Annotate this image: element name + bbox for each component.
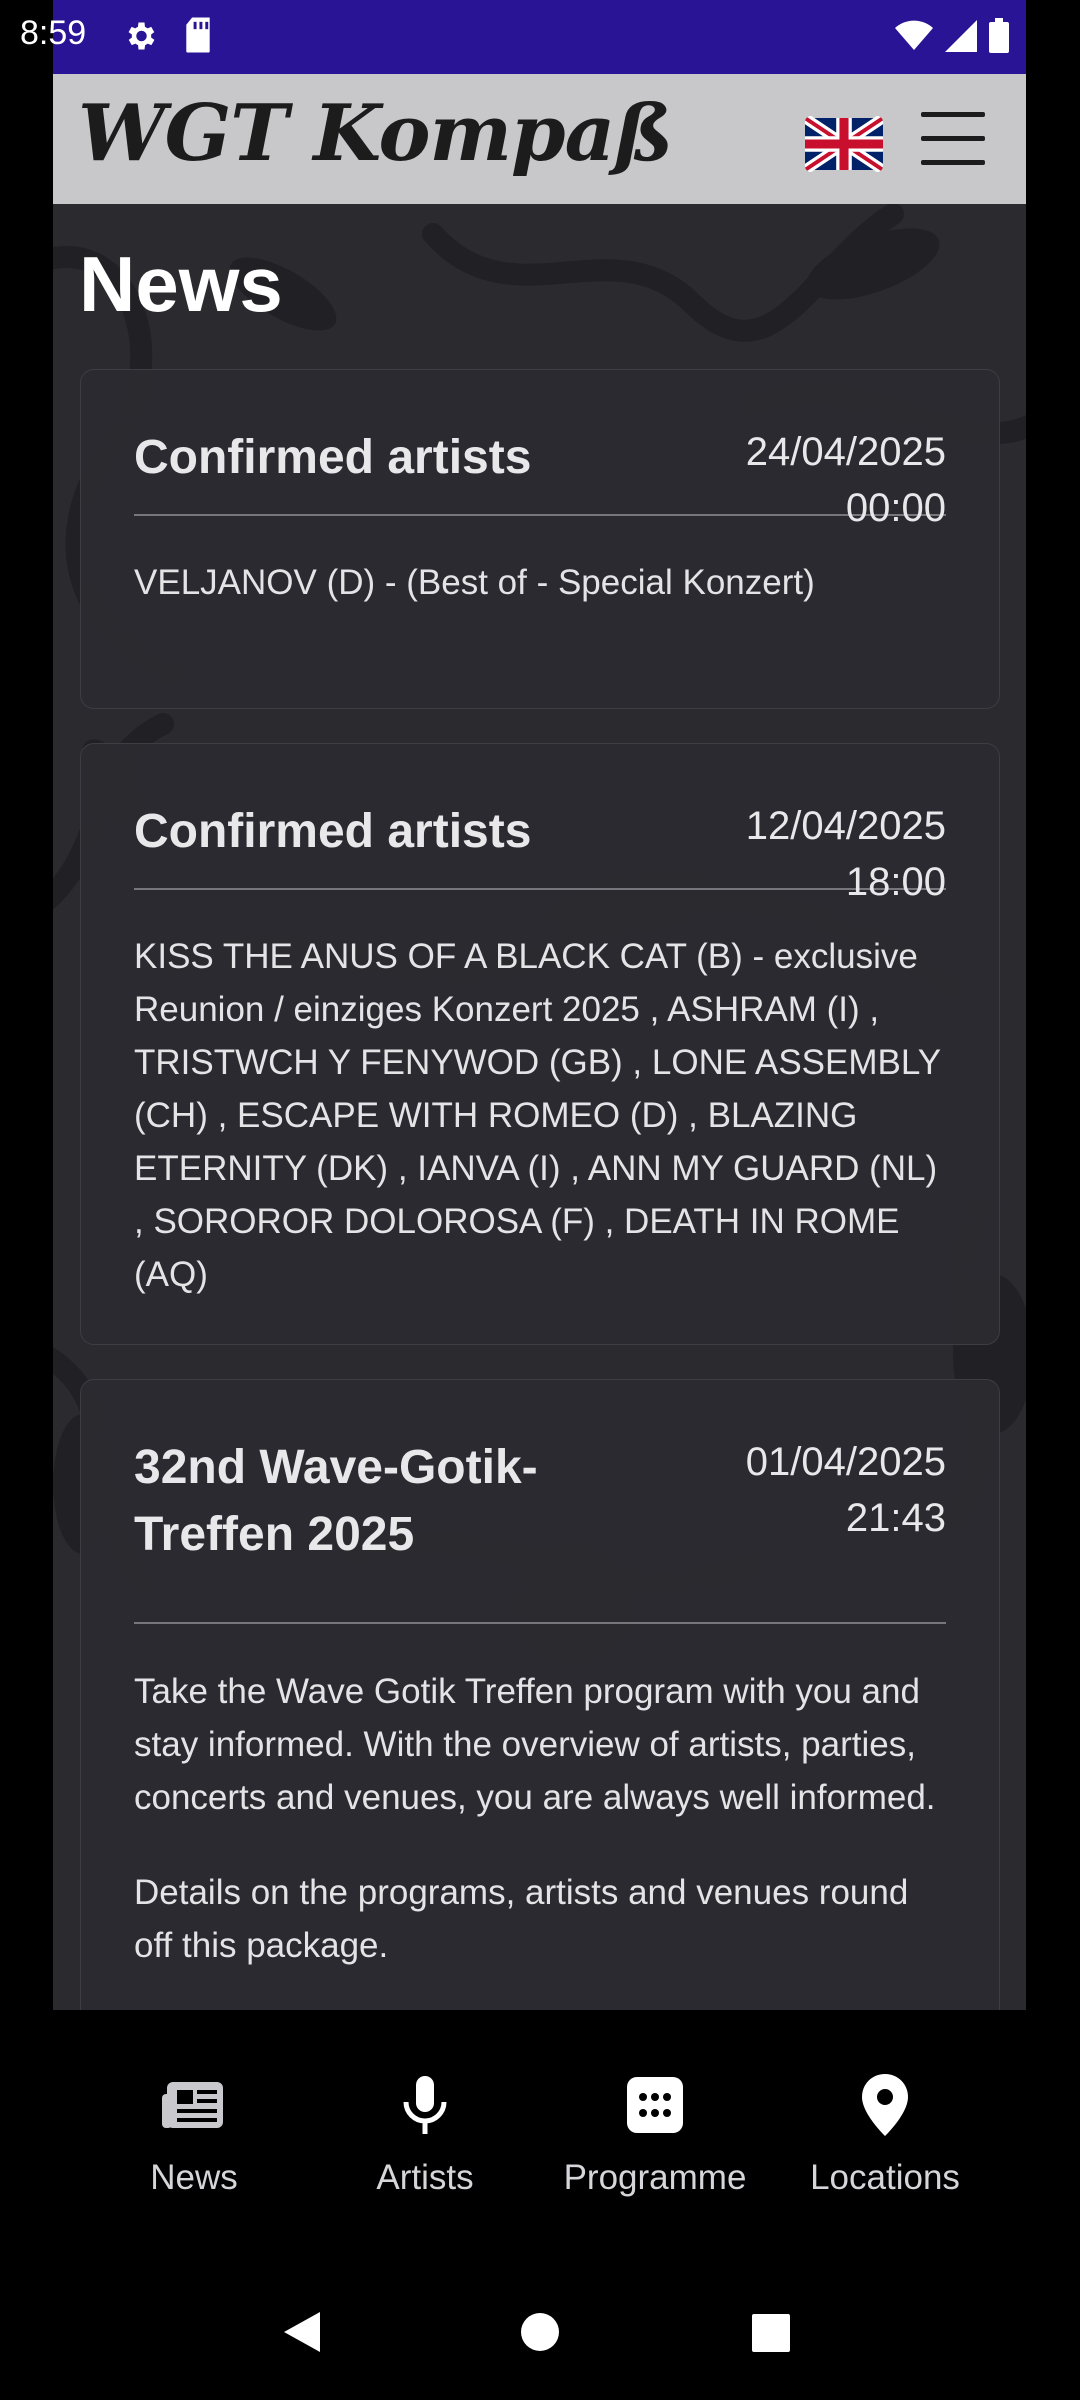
news-date: 01/04/2025 — [745, 1440, 946, 1484]
back-icon[interactable] — [280, 2310, 324, 2354]
news-datetime: 01/04/2025 21:43 — [746, 1434, 946, 1546]
news-title: Confirmed artists — [134, 431, 532, 484]
news-card-header: Confirmed artists 24/04/2025 00:00 — [134, 424, 946, 530]
nav-programme[interactable]: Programme — [540, 2070, 770, 2198]
news-datetime: 24/04/2025 00:00 — [746, 424, 946, 536]
news-title: Confirmed artists — [134, 805, 532, 858]
map-pin-icon — [862, 2074, 908, 2136]
nav-locations[interactable]: Locations — [770, 2070, 1000, 2198]
news-body: KISS THE ANUS OF A BLACK CAT (B) - exclu… — [134, 930, 949, 1301]
news-paragraph: Take the Wave Gotik Treffen program with… — [134, 1672, 936, 1817]
recents-icon[interactable] — [752, 2314, 790, 2352]
wifi-icon — [895, 20, 933, 50]
calendar-grid-icon — [627, 2077, 683, 2133]
newspaper-icon — [162, 2082, 223, 2128]
news-card[interactable]: 32nd Wave-Gotik-Treffen 2025 01/04/2025 … — [80, 1379, 1000, 2010]
news-card[interactable]: Confirmed artists 24/04/2025 00:00 VELJA… — [80, 369, 1000, 709]
status-icons — [894, 18, 1010, 54]
settings-gear-icon — [128, 22, 155, 50]
nav-label: Locations — [810, 2158, 960, 2197]
system-navigation-bar — [0, 2230, 1080, 2400]
news-card-header: Confirmed artists 12/04/2025 18:00 — [134, 798, 946, 904]
app-header: WGT Kompaß — [53, 74, 1026, 204]
nav-news[interactable]: News — [79, 2070, 309, 2198]
nav-label: Programme — [563, 2158, 747, 2197]
nav-artists[interactable]: Artists — [310, 2070, 540, 2198]
app-content: WGT Kompaß News Confirmed artists 24/04/… — [53, 74, 1026, 2010]
news-date: 24/04/2025 — [745, 430, 946, 474]
news-paragraph: VELJANOV (D) - (Best of - Special Konzer… — [134, 563, 815, 602]
news-card-header: 32nd Wave-Gotik-Treffen 2025 01/04/2025 … — [134, 1434, 946, 1624]
news-card[interactable]: Confirmed artists 12/04/2025 18:00 KISS … — [80, 743, 1000, 1345]
cell-signal-icon — [945, 20, 977, 52]
bottom-navigation: News Artists Programme Locations — [0, 2010, 1080, 2230]
news-time: 18:00 — [845, 860, 946, 904]
microphone-icon — [403, 2076, 447, 2134]
uk-flag-icon[interactable] — [805, 116, 883, 172]
news-time: 21:43 — [845, 1496, 946, 1540]
status-time: 8:59 — [20, 14, 87, 52]
news-title: 32nd Wave-Gotik-Treffen 2025 — [134, 1441, 538, 1561]
hamburger-menu-icon[interactable] — [921, 112, 987, 168]
news-date: 12/04/2025 — [745, 804, 946, 848]
news-body: Take the Wave Gotik Treffen program with… — [134, 1665, 949, 1972]
sd-card-icon — [186, 17, 210, 53]
news-time: 00:00 — [845, 486, 946, 530]
news-paragraph: KISS THE ANUS OF A BLACK CAT (B) - exclu… — [134, 937, 941, 1294]
battery-icon — [989, 18, 1009, 53]
status-bar: 8:59 — [0, 0, 1080, 74]
app-logo[interactable]: WGT Kompaß — [78, 88, 673, 179]
screen: 8:59 WGT Kompaß News Confirmed artists 2… — [0, 0, 1080, 2400]
home-icon[interactable] — [520, 2312, 560, 2352]
nav-label: Artists — [376, 2158, 474, 2197]
nav-label: News — [150, 2158, 238, 2197]
news-datetime: 12/04/2025 18:00 — [746, 798, 946, 910]
page-title: News — [79, 240, 283, 328]
news-body: VELJANOV (D) - (Best of - Special Konzer… — [134, 556, 949, 609]
news-paragraph: Details on the programs, artists and ven… — [134, 1873, 909, 1965]
